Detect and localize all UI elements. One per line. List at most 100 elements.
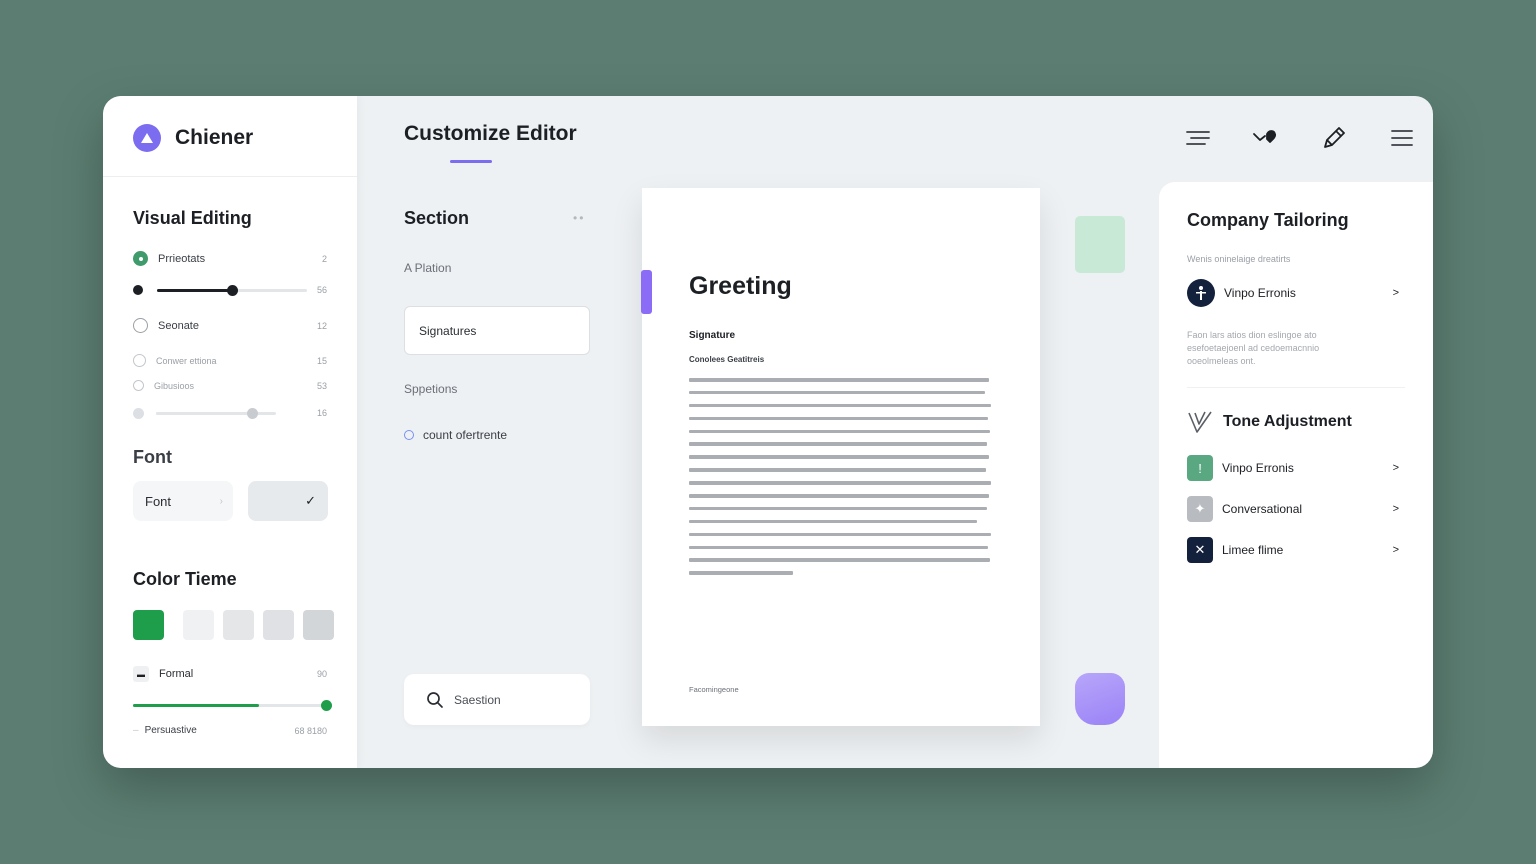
option-value: 2	[321, 253, 327, 264]
formal-icon: ▬	[133, 666, 149, 682]
tone-item-label: Vinpo Erronis	[1222, 461, 1294, 475]
font-select-label: Font	[145, 493, 172, 509]
tone-item-limee-flime[interactable]: ✕ Limee flime >	[1187, 536, 1399, 564]
persuasive-value: 68 8180	[294, 725, 327, 736]
brand[interactable]: Chiener	[133, 124, 253, 152]
slider-fill	[156, 411, 252, 415]
font-confirm-button[interactable]: ✓	[248, 481, 328, 521]
slider-value: 56	[316, 285, 327, 295]
divider	[103, 176, 357, 177]
tone-persuasive[interactable]: – Persuastive 68 8180	[133, 725, 327, 736]
option-label: Prrieotats	[158, 252, 206, 265]
align-lines-icon[interactable]	[1183, 124, 1213, 152]
title-underline	[450, 160, 492, 163]
font-heading: Font	[133, 447, 172, 467]
signatures-card[interactable]: Signatures	[404, 306, 590, 355]
tone-adjustment-heading: Tone Adjustment	[1223, 413, 1352, 430]
page-title: Customize Editor	[404, 122, 577, 145]
divider	[1187, 387, 1405, 388]
text-line	[689, 494, 989, 498]
tone-formal[interactable]: ▬ Formal 90	[133, 666, 327, 682]
slider-handle[interactable]	[321, 700, 332, 711]
company-note: Faon lars atios dion eslingoe ato esefoe…	[1187, 330, 1320, 366]
chevron-right-icon: ›	[219, 495, 223, 507]
text-line	[689, 506, 987, 511]
sparkle-icon: ✦	[1187, 496, 1213, 522]
slider-row-2: 16	[133, 406, 327, 420]
option-conwer-ettiona[interactable]: Conwer ettiona 15	[133, 354, 327, 367]
text-line	[689, 558, 990, 562]
tone-item-vinpo-erronis[interactable]: ! Vinpo Erronis >	[1187, 454, 1399, 482]
close-icon: ✕	[1187, 537, 1213, 563]
company-tailoring-subtitle: Wenis oninelaige dreatirts	[1187, 254, 1291, 264]
search-icon	[427, 691, 443, 708]
chevron-right-icon: >	[1392, 287, 1399, 299]
text-line	[689, 429, 990, 434]
color-swatch[interactable]	[183, 610, 214, 640]
section-subtitle: A Plation	[404, 261, 452, 275]
section-heading: Section	[404, 208, 470, 228]
section-search[interactable]: Saestion	[404, 674, 590, 725]
text-line	[689, 519, 977, 524]
company-item-label: Vinpo Erronis	[1224, 286, 1296, 300]
slider-row-1: 56	[133, 283, 327, 297]
section-option[interactable]: count ofertrente	[404, 428, 507, 442]
formal-value: 90	[316, 669, 327, 679]
checkmark-icon: ✓	[305, 493, 316, 508]
decorative-purple-block	[1075, 673, 1125, 725]
sidebar: Chiener Visual Editing Prrieotats 2 56 S…	[103, 96, 357, 768]
decorative-green-block	[1075, 216, 1125, 273]
font-select[interactable]: Font ›	[133, 481, 233, 521]
editor-window: Chiener Visual Editing Prrieotats 2 56 S…	[103, 96, 1433, 768]
option-gibusioos[interactable]: Gibusioos 53	[133, 380, 327, 391]
radio-icon[interactable]	[404, 430, 414, 440]
text-line	[689, 545, 988, 550]
radio-icon[interactable]	[133, 380, 144, 391]
tone-adjust-icon	[1188, 411, 1212, 433]
visual-editing-heading: Visual Editing	[133, 208, 252, 228]
formal-label: Formal	[159, 668, 194, 680]
color-swatch[interactable]	[223, 610, 254, 640]
heart-handshake-icon[interactable]	[1251, 124, 1281, 152]
text-line	[689, 571, 793, 575]
formal-slider[interactable]	[133, 700, 332, 711]
text-line	[689, 378, 989, 382]
tone-item-label: Limee flime	[1222, 543, 1284, 557]
slider[interactable]	[157, 284, 307, 296]
slider-fill	[133, 704, 260, 707]
option-label: Conwer ettiona	[156, 355, 217, 366]
document-preview[interactable]: Greeting Signature Conolees Geatitreis F…	[642, 188, 1040, 726]
option-prrieotats[interactable]: Prrieotats 2	[133, 251, 327, 266]
menu-icon[interactable]	[1387, 124, 1417, 152]
color-swatch[interactable]	[303, 610, 334, 640]
pencil-icon[interactable]	[1319, 124, 1349, 152]
color-swatches	[133, 610, 334, 640]
option-value: 12	[316, 320, 327, 331]
radio-icon[interactable]	[133, 354, 146, 367]
tone-item-conversational[interactable]: ✦ Conversational >	[1187, 495, 1399, 523]
document-title: Greeting	[689, 272, 792, 300]
brand-logo-icon	[133, 124, 161, 152]
brand-name: Chiener	[175, 126, 254, 149]
slider-value: 16	[316, 408, 327, 418]
company-item[interactable]: Vinpo Erronis >	[1187, 279, 1399, 307]
radio-icon[interactable]	[133, 318, 148, 333]
section-option-label: count ofertrente	[423, 428, 508, 442]
color-swatch[interactable]	[133, 610, 164, 640]
option-label: Seonate	[158, 319, 199, 332]
document-accent-bar	[641, 270, 652, 314]
signatures-label: Signatures	[419, 323, 477, 338]
slider-handle[interactable]	[247, 407, 258, 419]
slider-handle[interactable]	[227, 284, 238, 296]
text-line	[689, 468, 986, 472]
document-subheading: Conolees Geatitreis	[689, 355, 765, 364]
text-line	[689, 403, 991, 408]
radio-checked-icon[interactable]	[133, 251, 148, 266]
slider[interactable]	[156, 407, 276, 419]
color-swatch[interactable]	[263, 610, 294, 640]
dash-icon: –	[133, 725, 139, 736]
option-seonate[interactable]: Seonate 12	[133, 318, 327, 333]
text-line	[689, 481, 991, 485]
more-dots-icon[interactable]: ••	[573, 211, 585, 225]
toolbar	[1183, 124, 1417, 152]
